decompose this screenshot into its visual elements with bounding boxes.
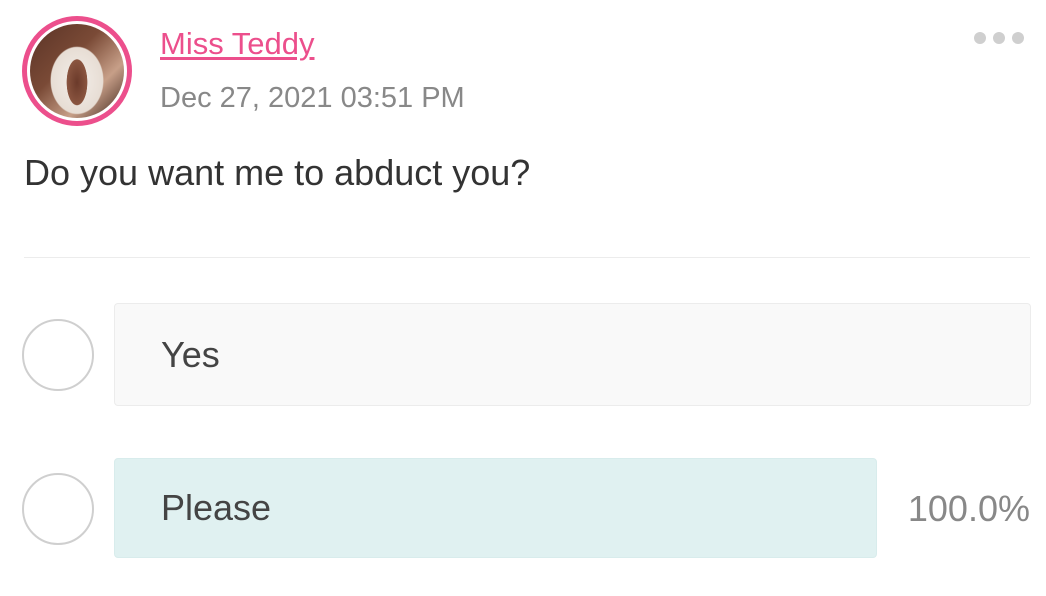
poll-option-percent: 100.0% [907, 488, 1030, 529]
author-link[interactable]: Miss Teddy [160, 26, 315, 62]
poll-option-1[interactable]: Yes [114, 303, 1031, 406]
dot [993, 32, 1005, 44]
avatar[interactable] [22, 16, 132, 126]
poll-option-radio-1[interactable] [22, 319, 94, 391]
dot [974, 32, 986, 44]
more-dots-icon[interactable] [974, 32, 1024, 44]
poll-option-label: Yes [161, 333, 220, 375]
dot [1012, 32, 1024, 44]
poll-question: Do you want me to abduct you? [24, 152, 531, 193]
post-timestamp: Dec 27, 2021 03:51 PM [160, 82, 465, 114]
poll-option-2[interactable]: Please [114, 458, 877, 558]
divider [24, 257, 1030, 258]
poll-option-radio-2[interactable] [22, 473, 94, 545]
avatar-image [30, 24, 124, 118]
poll-option-label: Please [161, 487, 272, 528]
